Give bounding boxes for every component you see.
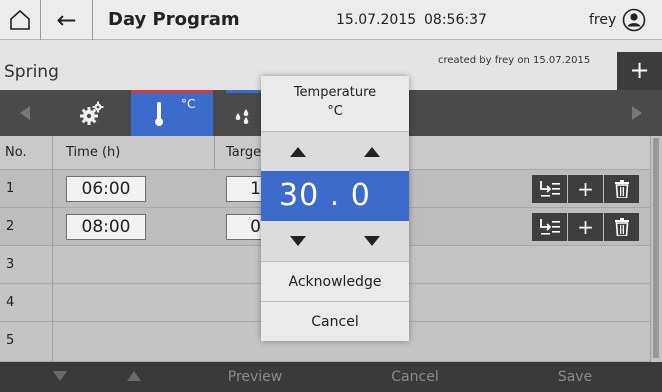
column-header-no: No.	[5, 145, 27, 160]
user-name: frey	[589, 12, 617, 28]
delete-row-button[interactable]	[604, 213, 640, 241]
acknowledge-button[interactable]: Acknowledge	[261, 261, 409, 301]
decrement-integer-button[interactable]	[290, 236, 306, 246]
column-header-time: Time (h)	[66, 145, 121, 160]
dialog-header: Temperature °C	[261, 76, 409, 131]
date-display: 15.07.2015	[336, 12, 417, 28]
insert-row-button[interactable]	[532, 175, 568, 203]
thermometer-icon	[155, 102, 163, 126]
add-row-button[interactable]: +	[568, 175, 604, 203]
table-scrollbar-thumb[interactable]	[653, 138, 659, 358]
user-icon	[622, 8, 646, 32]
time-field[interactable]: 08:00	[66, 214, 146, 240]
program-name: Spring	[4, 62, 59, 82]
temperature-value[interactable]: 30 . 0	[261, 171, 409, 221]
time-field[interactable]: 06:00	[66, 176, 146, 202]
tab-temperature-unit: °C	[181, 97, 196, 111]
tab-scroll-right-button[interactable]	[612, 90, 662, 136]
insert-row-button[interactable]	[532, 213, 568, 241]
column-divider	[52, 136, 53, 362]
home-icon	[10, 9, 30, 30]
trash-icon	[614, 180, 629, 198]
insert-list-icon	[539, 181, 560, 197]
temperature-dialog: Temperature °C 30 . 0 Acknowledge Cancel	[261, 76, 409, 341]
bottom-bar: Preview Cancel Save	[0, 362, 662, 392]
trash-icon	[614, 218, 629, 236]
increment-row	[261, 131, 409, 171]
tab-scroll-left-button[interactable]	[0, 90, 50, 136]
column-header-target: Targe	[226, 145, 262, 160]
tab-water[interactable]	[226, 90, 266, 136]
dialog-title: Temperature	[293, 85, 377, 100]
home-button[interactable]	[0, 0, 40, 40]
app-window: ← Day Program 15.07.2015 08:56:37 frey S…	[0, 0, 662, 392]
decrement-row	[261, 221, 409, 261]
tab-settings[interactable]	[67, 90, 119, 136]
user-avatar-button[interactable]	[622, 8, 646, 32]
created-info: created by frey on 15.07.2015	[438, 55, 591, 66]
plus-icon: +	[577, 177, 594, 201]
row-number: 2	[6, 219, 15, 234]
row-actions: +	[532, 175, 640, 203]
target-field[interactable]: 1	[226, 176, 266, 202]
plus-icon: +	[577, 215, 594, 239]
column-divider	[214, 136, 215, 170]
preview-button[interactable]: Preview	[210, 362, 300, 392]
dialog-unit: °C	[327, 104, 343, 119]
plus-icon: +	[629, 56, 650, 84]
increment-decimal-button[interactable]	[364, 147, 380, 157]
gears-icon	[80, 101, 104, 125]
delete-row-button[interactable]	[604, 175, 640, 203]
move-up-button[interactable]	[104, 362, 164, 392]
add-row-button[interactable]: +	[568, 213, 604, 241]
increment-integer-button[interactable]	[290, 147, 306, 157]
add-program-button[interactable]: +	[617, 52, 662, 90]
row-actions: +	[532, 213, 640, 241]
dialog-cancel-button[interactable]: Cancel	[261, 301, 409, 341]
row-number: 1	[6, 181, 15, 196]
decrement-decimal-button[interactable]	[364, 236, 380, 246]
row-number: 3	[6, 257, 15, 272]
save-button[interactable]: Save	[530, 362, 620, 392]
triangle-right-icon	[632, 106, 642, 120]
page-title: Day Program	[108, 9, 240, 30]
cancel-button[interactable]: Cancel	[370, 362, 460, 392]
time-display: 08:56:37	[424, 12, 487, 28]
row-number: 5	[6, 333, 15, 348]
row-number: 4	[6, 295, 15, 310]
back-button[interactable]: ←	[41, 0, 92, 40]
top-bar: ← Day Program 15.07.2015 08:56:37 frey	[0, 0, 662, 40]
triangle-up-icon	[127, 371, 141, 381]
tab-temperature[interactable]: °C	[131, 90, 213, 136]
triangle-left-icon	[20, 106, 30, 120]
back-arrow-icon: ←	[56, 6, 77, 34]
target-field[interactable]: 0	[226, 214, 266, 240]
triangle-down-icon	[53, 371, 67, 381]
water-drops-icon	[235, 109, 249, 124]
move-down-button[interactable]	[30, 362, 90, 392]
insert-list-icon	[539, 219, 560, 235]
